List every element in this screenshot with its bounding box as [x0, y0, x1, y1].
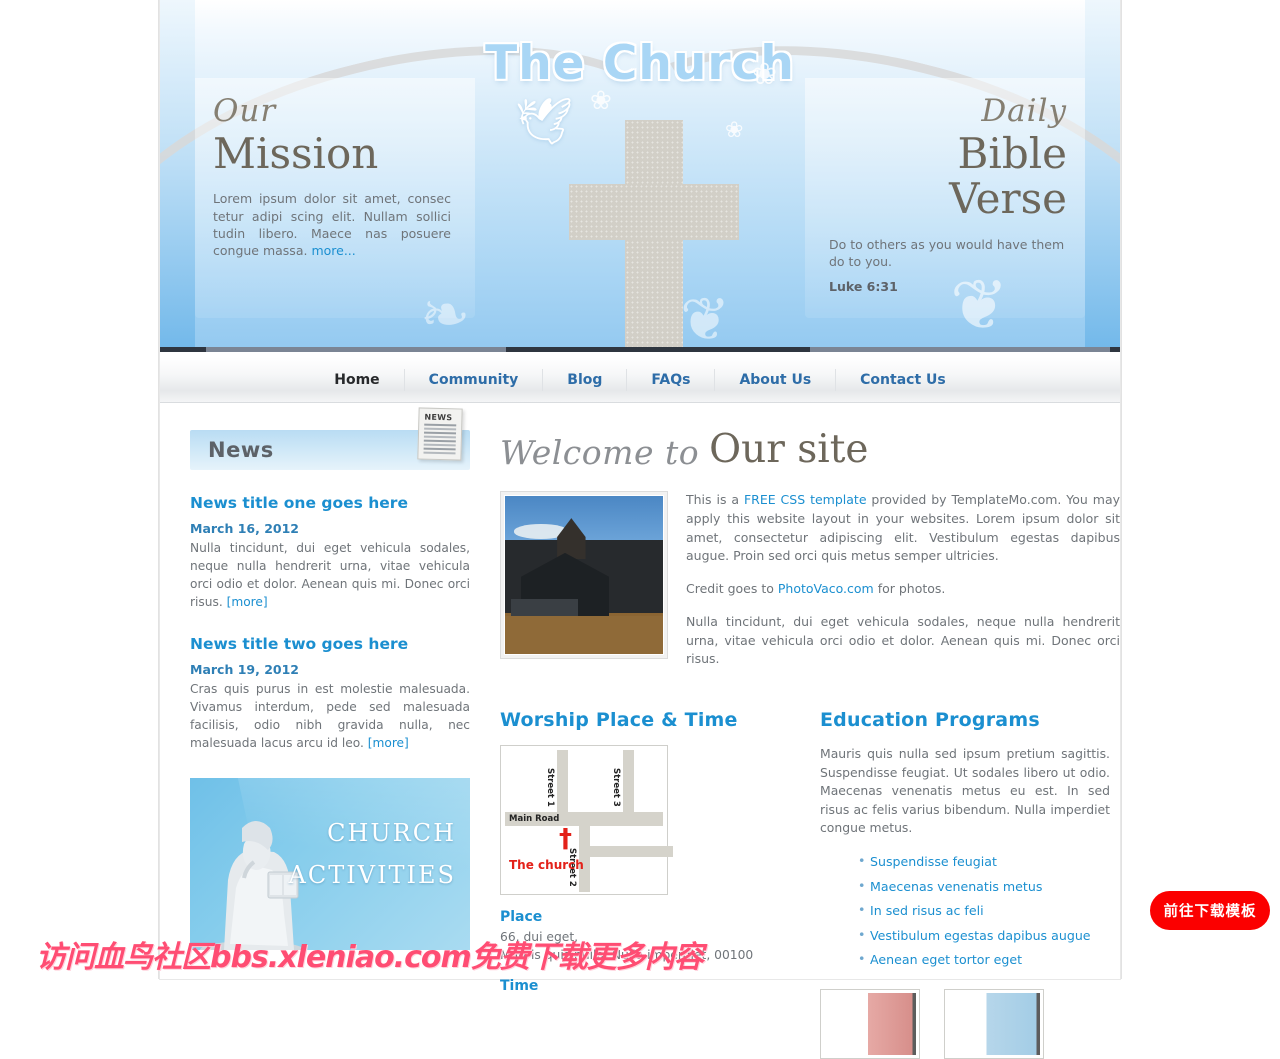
mission-panel: Our Mission Lorem ipsum dolor sit amet, …: [195, 78, 475, 318]
welcome-heading: Welcome to Our site: [500, 430, 1120, 469]
intro-text: This is a FREE CSS template provided by …: [686, 491, 1120, 683]
education-bullet-link[interactable]: In sed risus ac feli: [870, 903, 984, 918]
education-thumbnails: [820, 989, 1110, 1059]
map-street-3: [623, 750, 634, 812]
map-inner: Street 1 Street 3 Street 2 Main Road † T…: [505, 750, 673, 892]
mission-heading: Mission: [213, 129, 379, 178]
intro-p2-a: Credit goes to: [686, 581, 778, 596]
worship-section: Worship Place & Time Street 1 Street 3 S…: [500, 709, 790, 1059]
education-heading: Education Programs: [820, 709, 1040, 731]
intro-section: This is a FREE CSS template provided by …: [500, 491, 1120, 683]
site-header: The Church 🕊 ❀ ❀ ❀ ❦ ❦ ❧ Our Mission Lor…: [160, 0, 1120, 352]
photo-ground: [505, 616, 663, 654]
education-thumbnail[interactable]: [820, 989, 920, 1059]
news-item-date: March 16, 2012: [190, 521, 299, 536]
education-bullet-item[interactable]: In sed risus ac feli: [858, 903, 1110, 930]
verse-reference: Luke 6:31: [829, 279, 898, 295]
news-item-body: Cras quis purus in est molestie malesuad…: [190, 680, 470, 752]
nav-item-home[interactable]: Home: [310, 368, 405, 391]
nav-item-contact-us[interactable]: Contact Us: [836, 369, 970, 391]
news-item: News title one goes here March 16, 2012 …: [190, 494, 470, 611]
bible-verse-panel: Daily Bible Verse Do to others as you wo…: [805, 78, 1085, 318]
download-template-button[interactable]: 前往下载模板: [1150, 891, 1270, 930]
banner-line-1: CHURCH: [327, 819, 456, 848]
mission-script-word: Our: [213, 93, 277, 129]
nav-item-blog[interactable]: Blog: [543, 368, 628, 391]
nav-item-community[interactable]: Community: [405, 368, 544, 391]
church-photo-image: [505, 496, 663, 654]
mission-more-link[interactable]: more...: [311, 243, 355, 258]
verse-script-word: Daily: [981, 93, 1067, 129]
nav-strip-highlight-left: [206, 347, 506, 352]
education-bullet-item[interactable]: Suspendisse feugiat: [858, 854, 1110, 881]
nav-item-faqs[interactable]: FAQs: [627, 368, 716, 391]
time-heading: Time: [500, 977, 539, 994]
photo-steeple: [557, 518, 586, 560]
education-body: Mauris quis nulla sed ipsum pretium sagi…: [820, 746, 1110, 836]
education-thumbnail[interactable]: [944, 989, 1044, 1059]
map-side-road: [579, 846, 673, 857]
worship-heading: Worship Place & Time: [500, 709, 738, 731]
education-bullet-link[interactable]: Suspendisse feugiat: [870, 854, 997, 869]
news-item: News title two goes here March 19, 2012 …: [190, 635, 470, 752]
intro-paragraph-1: This is a FREE CSS template provided by …: [686, 491, 1120, 566]
news-item-more-link[interactable]: [more]: [368, 736, 409, 750]
map-label-street-1: Street 1: [545, 768, 555, 807]
main-navigation[interactable]: Home Community Blog FAQs About Us Contac…: [160, 357, 1120, 403]
news-item-title[interactable]: News title one goes here: [190, 494, 470, 512]
education-section: Education Programs Mauris quis nulla sed…: [820, 709, 1110, 1059]
education-bullet-item[interactable]: Maecenas venenatis metus: [858, 879, 1110, 906]
lower-sections: Worship Place & Time Street 1 Street 3 S…: [500, 709, 1120, 1059]
map-street-1: [557, 750, 568, 812]
place-heading: Place: [500, 909, 543, 925]
photovaco-link[interactable]: PhotoVaco.com: [778, 581, 874, 596]
church-photo: [500, 491, 668, 659]
news-heading: News: [208, 438, 274, 462]
education-bullet-link[interactable]: Maecenas venenatis metus: [870, 879, 1042, 894]
nav-item-about-us[interactable]: About Us: [715, 368, 837, 391]
main-content: News NEWS News title one goes here March…: [160, 404, 1120, 1059]
nav-top-strip: [160, 347, 1120, 352]
map-label-main-road: Main Road: [509, 814, 560, 824]
nav-strip-highlight-right: [810, 347, 1110, 352]
map-label-street-3: Street 3: [611, 768, 621, 807]
site-watermark: 访问血鸟社区bbs.xleniao.com免费下载更多内容: [36, 940, 704, 975]
welcome-script-text: Welcome to: [500, 433, 700, 472]
news-item-text: Cras quis purus in est molestie malesuad…: [190, 682, 470, 751]
location-map[interactable]: Street 1 Street 3 Street 2 Main Road † T…: [500, 745, 673, 895]
banner-text: CHURCH ACTIVITIES: [289, 812, 456, 896]
free-css-template-link[interactable]: FREE CSS template: [744, 492, 867, 507]
news-header: News NEWS: [190, 407, 470, 470]
intro-p2-b: for photos.: [873, 581, 946, 596]
education-thumbnail-image: [824, 993, 916, 1056]
church-activities-banner[interactable]: CHURCH ACTIVITIES: [190, 778, 470, 951]
banner-line-2: ACTIVITIES: [288, 861, 456, 890]
education-thumbnail-image: [948, 993, 1040, 1056]
intro-paragraph-2: Credit goes to PhotoVaco.com for photos.: [686, 580, 1120, 599]
map-label-the-church: The church: [509, 858, 584, 872]
dove-icon: 🕊: [515, 94, 574, 148]
verse-heading: Bible Verse: [949, 129, 1067, 224]
news-item-more-link[interactable]: [more]: [227, 595, 268, 609]
newspaper-icon: NEWS: [417, 407, 463, 461]
news-item-title[interactable]: News title two goes here: [190, 635, 470, 653]
church-cross-marker-icon: †: [559, 824, 572, 854]
page-container: The Church 🕊 ❀ ❀ ❀ ❦ ❦ ❧ Our Mission Lor…: [160, 0, 1120, 1059]
cross-horizontal-bar: [569, 184, 739, 240]
news-item-date: March 19, 2012: [190, 662, 299, 678]
page-edge-right: [1120, 0, 1122, 979]
newspaper-icon-label: NEWS: [424, 412, 453, 423]
news-item-body: Nulla tincidunt, dui eget vehicula sodal…: [190, 539, 470, 611]
intro-p1-a: This is a: [686, 492, 744, 507]
intro-paragraph-3: Nulla tincidunt, dui eget vehicula sodal…: [686, 613, 1120, 667]
mission-body: Lorem ipsum dolor sit amet, consec tetur…: [213, 190, 451, 259]
cross-graphic: [569, 120, 739, 352]
verse-text: Do to others as you would have them do t…: [829, 236, 1065, 269]
welcome-serif-text: Our site: [709, 427, 869, 472]
